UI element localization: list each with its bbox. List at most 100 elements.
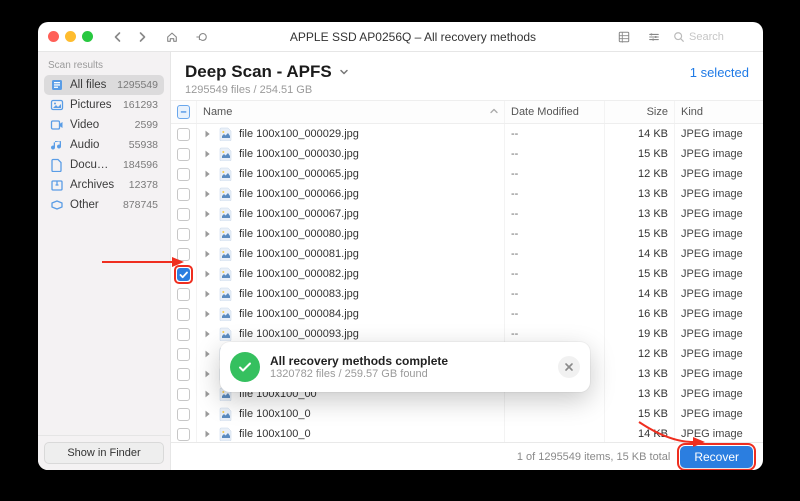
sidebar-item-label: Audio (70, 139, 123, 151)
show-in-finder-button[interactable]: Show in Finder (44, 442, 164, 464)
disclosure-triangle-icon[interactable] (203, 289, 213, 299)
nav-forward-button[interactable] (131, 28, 153, 46)
table-row[interactable]: file 100x100_000080.jpg--15 KBJPEG image (171, 224, 763, 244)
sidebar-item-other[interactable]: Other878745 (44, 195, 164, 215)
row-checkbox[interactable] (177, 148, 190, 161)
disclosure-triangle-icon[interactable] (203, 229, 213, 239)
file-size: 12 KB (605, 344, 675, 364)
rescan-button[interactable] (191, 28, 213, 46)
file-list[interactable]: file 100x100_000029.jpg--14 KBJPEG image… (171, 124, 763, 442)
file-size: 15 KB (605, 144, 675, 164)
disclosure-triangle-icon[interactable] (203, 309, 213, 319)
nav-back-button[interactable] (107, 28, 129, 46)
recover-button[interactable]: Recover (680, 446, 753, 468)
row-checkbox[interactable] (177, 228, 190, 241)
sidebar-item-archives[interactable]: Archives12378 (44, 175, 164, 195)
disclosure-triangle-icon[interactable] (203, 369, 213, 379)
table-row[interactable]: file 100x100_000029.jpg--14 KBJPEG image (171, 124, 763, 144)
row-checkbox[interactable] (177, 248, 190, 261)
status-bar: 1 of 1295549 items, 15 KB total Recover (171, 442, 763, 470)
row-checkbox[interactable] (177, 288, 190, 301)
file-name: file 100x100_000081.jpg (239, 248, 359, 260)
column-header-size[interactable]: Size (605, 101, 675, 123)
jpeg-file-icon (219, 267, 233, 281)
disclosure-triangle-icon[interactable] (203, 249, 213, 259)
table-row[interactable]: file 100x100_000030.jpg--15 KBJPEG image (171, 144, 763, 164)
sidebar-item-count: 12378 (129, 179, 158, 191)
file-name: file 100x100_000083.jpg (239, 288, 359, 300)
row-checkbox[interactable] (177, 408, 190, 421)
table-row[interactable]: file 100x100_000083.jpg--14 KBJPEG image (171, 284, 763, 304)
file-size: 15 KB (605, 224, 675, 244)
row-checkbox[interactable] (177, 168, 190, 181)
row-checkbox[interactable] (177, 308, 190, 321)
disclosure-triangle-icon[interactable] (203, 429, 213, 439)
scan-title-dropdown[interactable]: Deep Scan - APFS (185, 62, 350, 82)
row-checkbox[interactable] (177, 348, 190, 361)
sidebar-heading: Scan results (38, 52, 170, 75)
completion-toast: All recovery methods complete 1320782 fi… (220, 342, 590, 392)
search-input[interactable] (689, 31, 747, 43)
sidebar-item-count: 161293 (123, 99, 158, 111)
sidebar-item-pictures[interactable]: Pictures 161293 (44, 95, 164, 115)
disclosure-triangle-icon[interactable] (203, 149, 213, 159)
table-row[interactable]: file 100x100_000065.jpg--12 KBJPEG image (171, 164, 763, 184)
table-row[interactable]: file 100x100_000093.jpg--19 KBJPEG image (171, 324, 763, 344)
select-all-checkbox[interactable] (171, 101, 197, 123)
view-mode-button[interactable] (613, 28, 635, 46)
filter-button[interactable] (643, 28, 665, 46)
file-size: 14 KB (605, 284, 675, 304)
file-kind: JPEG image (675, 204, 763, 224)
disclosure-triangle-icon[interactable] (203, 329, 213, 339)
sidebar-item-label: Other (70, 199, 117, 211)
disclosure-triangle-icon[interactable] (203, 389, 213, 399)
table-row[interactable]: file 100x100_015 KBJPEG image (171, 404, 763, 424)
disclosure-triangle-icon[interactable] (203, 169, 213, 179)
row-checkbox[interactable] (177, 128, 190, 141)
row-checkbox[interactable] (177, 188, 190, 201)
table-row[interactable]: file 100x100_000081.jpg--14 KBJPEG image (171, 244, 763, 264)
documents-icon (50, 158, 64, 172)
table-row[interactable]: file 100x100_000067.jpg--13 KBJPEG image (171, 204, 763, 224)
file-name: file 100x100_000030.jpg (239, 148, 359, 160)
toast-title: All recovery methods complete (270, 354, 548, 368)
sidebar-item-count: 1295549 (117, 79, 158, 91)
file-kind: JPEG image (675, 144, 763, 164)
row-checkbox[interactable] (177, 208, 190, 221)
close-icon (564, 362, 574, 372)
disclosure-triangle-icon[interactable] (203, 349, 213, 359)
disclosure-triangle-icon[interactable] (203, 269, 213, 279)
table-row[interactable]: file 100x100_000084.jpg--16 KBJPEG image (171, 304, 763, 324)
table-row[interactable]: file 100x100_014 KBJPEG image (171, 424, 763, 442)
column-header-modified[interactable]: Date Modified (505, 101, 605, 123)
main-panel: Deep Scan - APFS 1295549 files / 254.51 … (171, 52, 763, 470)
column-header-name[interactable]: Name (197, 101, 505, 123)
disclosure-triangle-icon[interactable] (203, 209, 213, 219)
column-header-kind[interactable]: Kind (675, 101, 763, 123)
fullscreen-window-button[interactable] (82, 31, 93, 42)
row-checkbox[interactable] (177, 428, 190, 441)
search-field[interactable] (673, 27, 753, 47)
disclosure-triangle-icon[interactable] (203, 409, 213, 419)
search-icon (673, 31, 685, 43)
minimize-window-button[interactable] (65, 31, 76, 42)
table-row[interactable]: file 100x100_000066.jpg--13 KBJPEG image (171, 184, 763, 204)
row-checkbox[interactable] (177, 388, 190, 401)
disclosure-triangle-icon[interactable] (203, 129, 213, 139)
home-button[interactable] (161, 28, 183, 46)
sidebar-item-all-files[interactable]: All files1295549 (44, 75, 164, 95)
sidebar-item-audio[interactable]: Audio55938 (44, 135, 164, 155)
row-checkbox[interactable] (177, 368, 190, 381)
traffic-lights (48, 31, 93, 42)
sidebar-item-documents[interactable]: Documents184596 (44, 155, 164, 175)
sidebar-item-video[interactable]: Video2599 (44, 115, 164, 135)
sidebar-item-label: Pictures (70, 99, 117, 111)
file-size: 12 KB (605, 164, 675, 184)
row-checkbox[interactable] (177, 268, 190, 281)
row-checkbox[interactable] (177, 328, 190, 341)
toast-close-button[interactable] (558, 356, 580, 378)
disclosure-triangle-icon[interactable] (203, 189, 213, 199)
jpeg-file-icon (219, 287, 233, 301)
table-row[interactable]: file 100x100_000082.jpg--15 KBJPEG image (171, 264, 763, 284)
close-window-button[interactable] (48, 31, 59, 42)
